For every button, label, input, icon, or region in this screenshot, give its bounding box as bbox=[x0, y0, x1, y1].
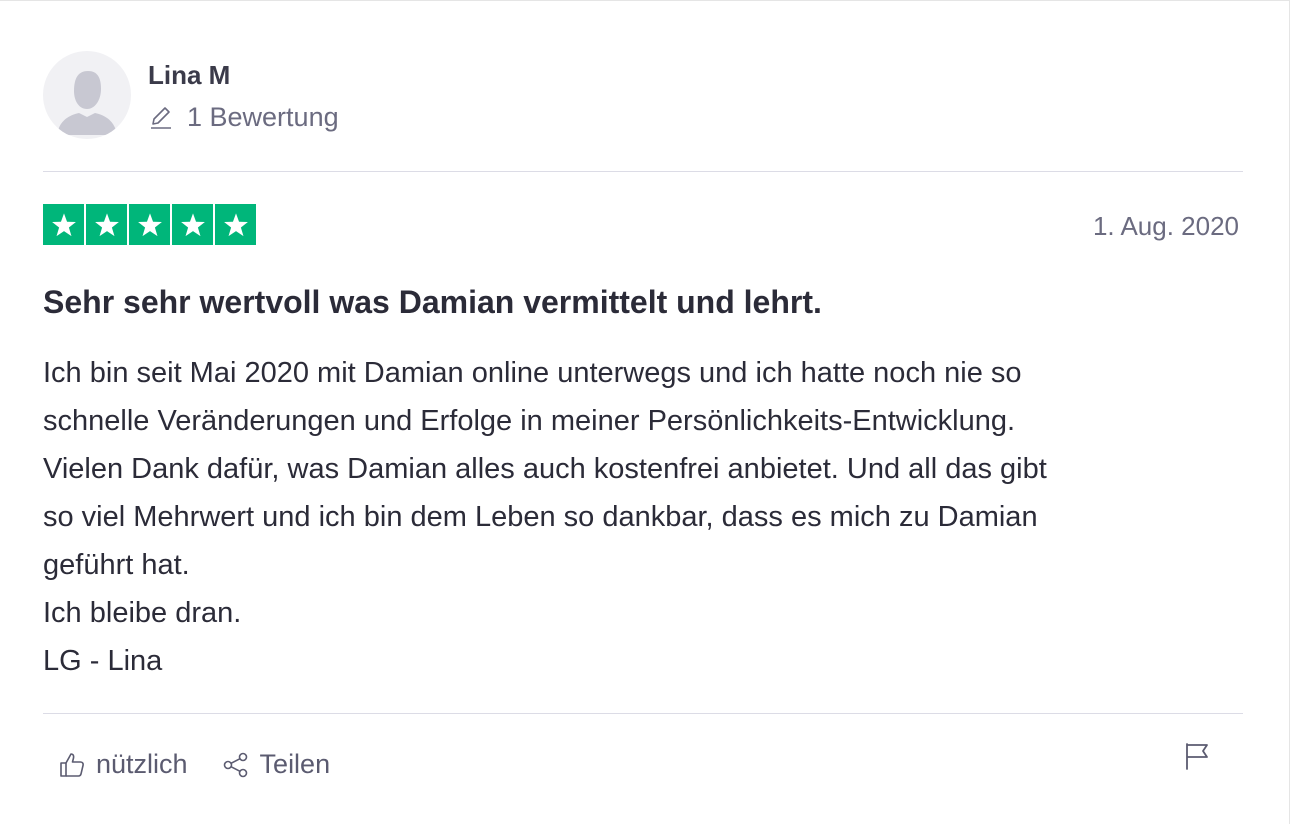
star-icon bbox=[180, 212, 205, 236]
review-title[interactable]: Sehr sehr wertvoll was Damian vermittelt… bbox=[43, 284, 822, 321]
review-date: 1. Aug. 2020 bbox=[1092, 211, 1239, 241]
review-actions: nützlich Teilen bbox=[58, 749, 330, 780]
useful-label: nützlich bbox=[96, 749, 188, 779]
user-silhouette-icon bbox=[57, 71, 117, 135]
review-count-label: 1 Bewertung bbox=[187, 101, 339, 132]
pencil-icon bbox=[151, 107, 171, 129]
review-body-line: Vielen Dank dafür, was Damian alles auch… bbox=[43, 453, 1047, 485]
star-box bbox=[43, 204, 84, 245]
star-icon bbox=[94, 212, 119, 236]
useful-button[interactable]: nützlich bbox=[58, 749, 188, 780]
review-body-line: LG - Lina bbox=[43, 645, 163, 677]
star-icon bbox=[51, 212, 76, 236]
reviewer-meta: Lina M 1 Bewertung bbox=[148, 60, 339, 131]
share-label: Teilen bbox=[259, 749, 331, 779]
review-body: Ich bin seit Mai 2020 mit Damian online … bbox=[43, 349, 1248, 685]
review-body-line: so viel Mehrwert und ich bin dem Leben s… bbox=[43, 501, 1038, 533]
flag-icon bbox=[1186, 743, 1208, 770]
share-icon bbox=[223, 752, 247, 777]
star-rating bbox=[43, 204, 256, 245]
star-box bbox=[172, 204, 213, 245]
review-body-line: Ich bleibe dran. bbox=[43, 597, 242, 629]
star-icon bbox=[137, 212, 162, 236]
star-box bbox=[129, 204, 170, 245]
reviewer-name[interactable]: Lina M bbox=[148, 62, 339, 88]
review-body-line: Ich bin seit Mai 2020 mit Damian online … bbox=[43, 357, 1022, 389]
review-card: Lina M 1 Bewertung 1. Aug. 2020 Sehr seh… bbox=[0, 0, 1290, 824]
review-body-line: geführt hat. bbox=[43, 549, 190, 581]
star-icon bbox=[223, 212, 248, 236]
review-count: 1 Bewertung bbox=[148, 101, 339, 132]
report-button[interactable] bbox=[1183, 741, 1211, 776]
share-button[interactable]: Teilen bbox=[222, 749, 331, 780]
review-body-line: schnelle Veränderungen und Erfolge in me… bbox=[43, 405, 1016, 437]
thumbs-up-icon bbox=[60, 752, 84, 777]
header-divider bbox=[43, 171, 1243, 172]
star-box bbox=[215, 204, 256, 245]
star-box bbox=[86, 204, 127, 245]
footer-divider bbox=[43, 713, 1243, 714]
reviewer-header: Lina M 1 Bewertung bbox=[43, 51, 339, 139]
avatar[interactable] bbox=[43, 51, 131, 139]
